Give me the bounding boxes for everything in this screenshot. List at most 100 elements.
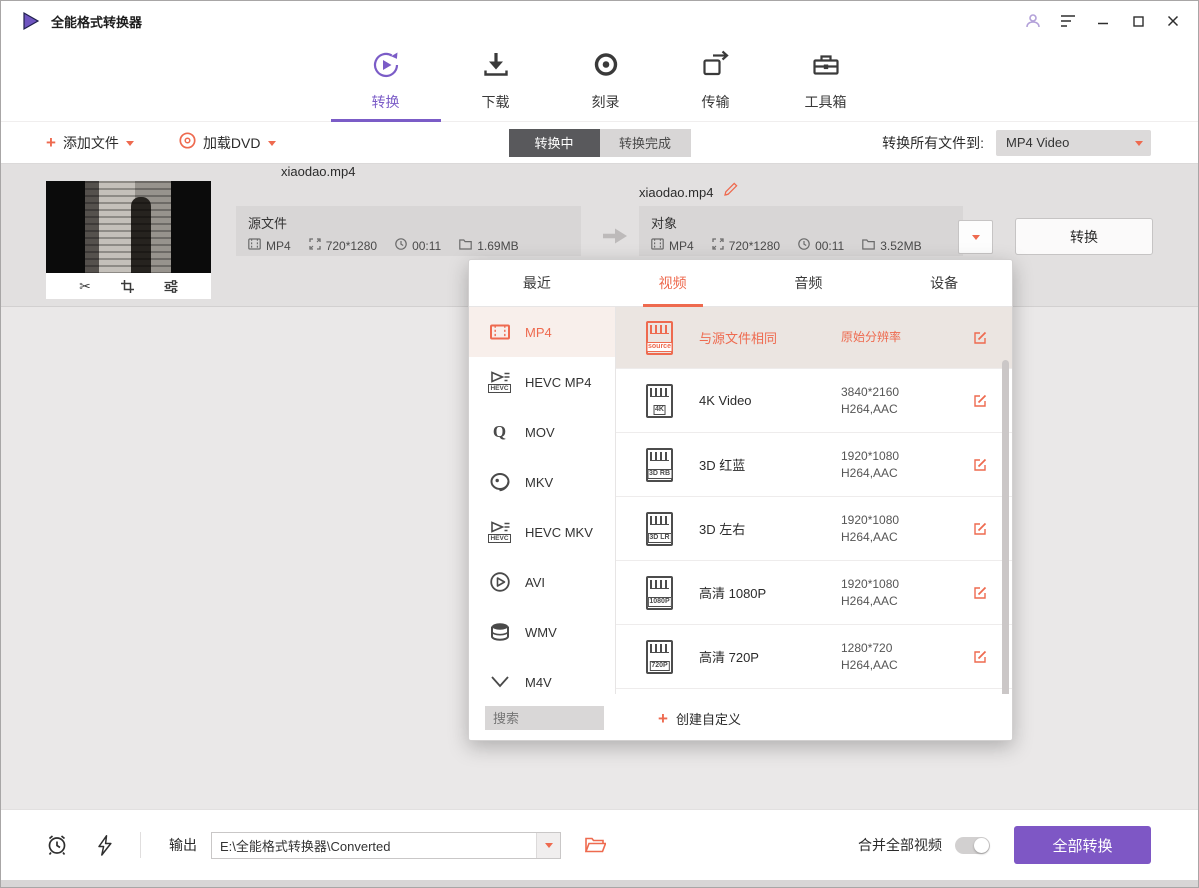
preset-row-3d-rb[interactable]: 3D RB 3D 红蓝 1920*1080H264,AAC xyxy=(616,433,1012,497)
format-row-hevc-mp4[interactable]: HEVC HEVC MP4 xyxy=(469,357,615,407)
preset-row-3d-lr[interactable]: 3D LR 3D 左右 1920*1080H264,AAC xyxy=(616,497,1012,561)
tab-transfer[interactable]: 传输 xyxy=(661,41,771,121)
quicktime-q-icon: Q xyxy=(487,422,512,442)
tab-finished[interactable]: 转换完成 xyxy=(600,129,691,157)
maximize-button[interactable] xyxy=(1129,12,1147,30)
panel-tab-video[interactable]: 视频 xyxy=(605,260,741,306)
edit-preset-icon[interactable] xyxy=(972,521,988,537)
preset-scrollbar[interactable] xyxy=(1002,360,1009,694)
convert-all-button[interactable]: 全部转换 xyxy=(1014,826,1151,864)
rename-pencil-icon[interactable] xyxy=(723,182,738,202)
tab-burn[interactable]: 刻录 xyxy=(551,41,661,121)
resolution-icon xyxy=(712,238,724,253)
format-row-mov[interactable]: Q MOV xyxy=(469,407,615,457)
format-dropdown-button[interactable] xyxy=(958,220,993,254)
preset-file-icon: source xyxy=(646,321,673,355)
source-label: 源文件 xyxy=(248,213,569,232)
add-files-label: 添加文件 xyxy=(63,133,119,153)
chevron-down-icon xyxy=(126,141,134,150)
matroska-icon xyxy=(487,471,512,493)
output-path-input[interactable] xyxy=(212,833,536,858)
format-row-wmv[interactable]: WMV xyxy=(469,607,615,657)
m4v-icon xyxy=(487,675,512,689)
output-path-select[interactable] xyxy=(211,832,561,859)
merge-all-control: 合并全部视频 xyxy=(858,835,990,855)
target-info-box: 对象 MP4 720*1280 00:11 xyxy=(639,206,963,256)
source-size: 1.69MB xyxy=(459,239,518,253)
hevc-play-icon: HEVC xyxy=(487,371,512,393)
schedule-alarm-icon[interactable] xyxy=(46,834,68,856)
trim-scissors-icon[interactable]: ✂ xyxy=(79,279,91,293)
close-button[interactable] xyxy=(1164,12,1182,30)
format-row-hevc-mkv[interactable]: HEVC HEVC MKV xyxy=(469,507,615,557)
panel-tab-audio[interactable]: 音频 xyxy=(741,260,877,306)
target-file-name: xiaodao.mp4 xyxy=(639,185,713,200)
load-dvd-button[interactable]: 加载DVD xyxy=(179,132,276,154)
titlebar: 全能格式转换器 xyxy=(1,1,1198,41)
format-row-m4v[interactable]: M4V xyxy=(469,657,615,694)
target-duration: 00:11 xyxy=(798,238,844,253)
edit-preset-icon[interactable] xyxy=(972,457,988,473)
minimize-button[interactable] xyxy=(1094,12,1112,30)
tab-toolbox[interactable]: 工具箱 xyxy=(771,41,881,121)
preset-row-4k[interactable]: 4K 4K Video 3840*2160H264,AAC xyxy=(616,369,1012,433)
toolbar: + 添加文件 加载DVD 转换中 转换完成 转换所有文件到: MP4 Video xyxy=(1,122,1198,164)
source-file-name: xiaodao.mp4 xyxy=(281,164,355,179)
target-info-row: MP4 720*1280 00:11 3.52MB xyxy=(651,238,951,253)
user-account-icon[interactable] xyxy=(1024,12,1042,30)
format-row-avi[interactable]: AVI xyxy=(469,557,615,607)
edit-preset-icon[interactable] xyxy=(972,649,988,665)
edit-preset-icon[interactable] xyxy=(972,585,988,601)
path-dropdown-area[interactable] xyxy=(536,833,560,858)
app-logo-icon xyxy=(21,11,41,31)
main-nav: 转换 下载 刻录 传输 xyxy=(1,41,1198,122)
preset-list: source 与源文件相同 原始分辨率 4K 4K Video 3840*216… xyxy=(615,307,1012,694)
video-frame-image xyxy=(85,181,171,273)
format-row-mp4[interactable]: MP4 xyxy=(469,307,615,357)
film-icon xyxy=(248,238,261,253)
preset-file-icon: 720P xyxy=(646,640,673,674)
clock-icon xyxy=(395,238,407,253)
play-circle-icon xyxy=(487,571,512,593)
preset-row-720p[interactable]: 720P 高清 720P 1280*720H264,AAC xyxy=(616,625,1012,689)
menu-icon[interactable] xyxy=(1059,12,1077,30)
effects-sliders-icon[interactable] xyxy=(164,280,178,293)
preset-row-same-as-source[interactable]: source 与源文件相同 原始分辨率 xyxy=(616,307,1012,369)
source-resolution: 720*1280 xyxy=(309,238,377,253)
folder-icon xyxy=(459,239,472,253)
edit-preset-icon[interactable] xyxy=(972,330,988,346)
target-name-row: xiaodao.mp4 xyxy=(639,182,738,202)
panel-tab-recent[interactable]: 最近 xyxy=(469,260,605,306)
edit-tools: ✂ xyxy=(46,273,211,299)
window-controls xyxy=(1024,12,1182,30)
tab-converting[interactable]: 转换中 xyxy=(509,129,600,157)
tab-burn-label: 刻录 xyxy=(592,92,620,112)
video-preview[interactable] xyxy=(46,181,211,273)
queue-tabs: 转换中 转换完成 xyxy=(509,129,691,157)
preset-file-icon: 3D LR xyxy=(646,512,673,546)
convert-file-button[interactable]: 转换 xyxy=(1015,218,1153,255)
create-custom-button[interactable]: + 创建自定义 xyxy=(658,709,741,728)
output-label: 输出 xyxy=(169,835,197,855)
merge-toggle[interactable] xyxy=(955,837,990,854)
target-resolution: 720*1280 xyxy=(712,238,780,253)
target-size: 3.52MB xyxy=(862,239,921,253)
search-input[interactable] xyxy=(485,706,604,730)
add-files-button[interactable]: + 添加文件 xyxy=(46,133,134,153)
output-format-select[interactable]: MP4 Video xyxy=(996,130,1151,156)
high-speed-lightning-icon[interactable] xyxy=(98,835,112,856)
panel-tab-device[interactable]: 设备 xyxy=(876,260,1012,306)
transfer-icon xyxy=(701,50,731,85)
divider xyxy=(140,832,141,858)
source-format: MP4 xyxy=(248,238,291,253)
edit-preset-icon[interactable] xyxy=(972,393,988,409)
tab-download[interactable]: 下载 xyxy=(441,41,551,121)
crop-icon[interactable] xyxy=(121,280,134,293)
app-title: 全能格式转换器 xyxy=(51,12,142,31)
tab-convert[interactable]: 转换 xyxy=(331,41,441,121)
tab-toolbox-label: 工具箱 xyxy=(805,92,847,112)
convert-icon xyxy=(371,50,401,85)
format-row-mkv[interactable]: MKV xyxy=(469,457,615,507)
open-output-folder-icon[interactable] xyxy=(585,837,606,853)
preset-row-1080p[interactable]: 1080P 高清 1080P 1920*1080H264,AAC xyxy=(616,561,1012,625)
